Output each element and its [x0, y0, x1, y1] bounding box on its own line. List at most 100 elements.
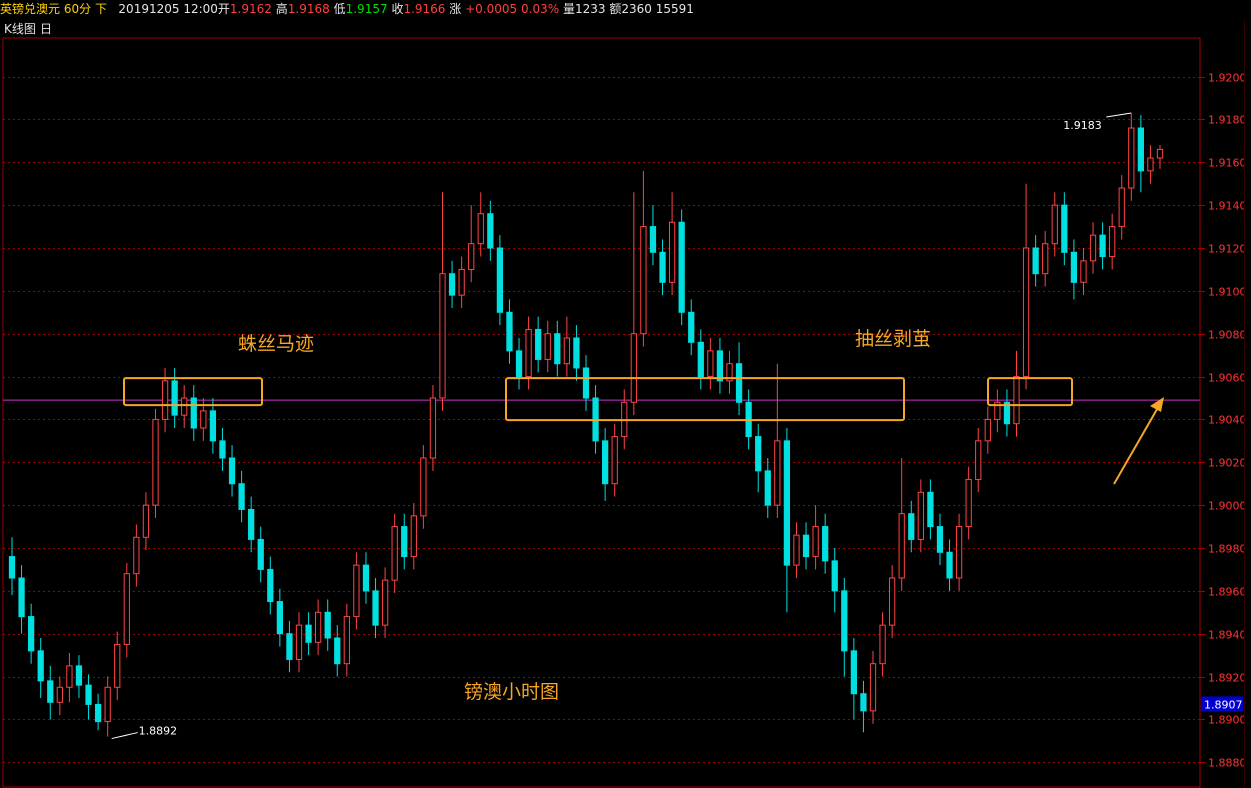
candle-body: [420, 457, 427, 517]
change-label: 涨: [449, 2, 462, 16]
candle: [267, 556, 274, 615]
candle-body: [755, 436, 762, 472]
candle-body: [611, 436, 618, 485]
candle-body: [123, 573, 130, 645]
candle-body: [1061, 204, 1068, 253]
highlight-box-3: [987, 377, 1073, 407]
candle: [764, 458, 771, 518]
candle: [611, 423, 618, 497]
candle-body: [1032, 247, 1039, 275]
candle-body: [1109, 226, 1116, 258]
candle: [276, 588, 283, 647]
candle: [1128, 113, 1135, 201]
open-label: 开: [217, 2, 230, 16]
candle: [515, 338, 523, 390]
candle: [975, 428, 982, 493]
candle: [448, 260, 456, 308]
candle: [429, 385, 437, 471]
candle: [324, 599, 331, 651]
candle-body: [1128, 127, 1135, 189]
candle-body: [1080, 260, 1087, 283]
candle-body: [850, 650, 857, 695]
candle: [85, 674, 92, 720]
candle-body: [1013, 376, 1020, 425]
candle: [984, 406, 991, 454]
candle-body: [487, 213, 494, 249]
candle: [487, 200, 494, 261]
candle: [391, 513, 398, 593]
annotation-unravel: 抽丝剥茧: [855, 328, 931, 350]
candle: [850, 638, 857, 720]
candle: [257, 526, 264, 583]
candle-body: [1118, 187, 1125, 228]
high-label: 高: [275, 2, 288, 16]
candle: [1080, 248, 1087, 296]
candle-body: [47, 680, 54, 703]
candle-body: [295, 624, 303, 660]
candle: [401, 513, 408, 570]
candle-body: [209, 410, 217, 442]
candle: [1118, 175, 1125, 240]
candle: [716, 338, 724, 394]
axis-tick-label: 1.9060: [1208, 372, 1247, 385]
candle-body: [955, 526, 963, 579]
volume-label: 量: [562, 2, 575, 16]
candle: [18, 565, 25, 634]
candle: [554, 320, 561, 377]
tab-toggle[interactable]: 日: [40, 20, 52, 38]
candle-body: [515, 350, 523, 378]
candle-body: [1099, 234, 1106, 258]
high-marker-label: 1.9183: [1063, 119, 1102, 132]
candle-body: [439, 273, 446, 399]
candle-body: [181, 397, 188, 416]
candle-body: [458, 268, 465, 296]
axis-tick-label: 1.8940: [1208, 629, 1247, 642]
candle-body: [688, 311, 695, 343]
candle-body: [879, 624, 886, 665]
candle-body: [889, 577, 896, 626]
candle-body: [152, 418, 159, 506]
candle-body: [496, 247, 504, 313]
candle-body: [286, 633, 293, 660]
candle: [726, 350, 733, 394]
side-panel-edge[interactable]: [1244, 20, 1251, 788]
candle-body: [544, 333, 551, 360]
candle-body: [334, 637, 341, 665]
candle: [1147, 145, 1154, 184]
candle: [420, 445, 427, 529]
candle-body: [343, 616, 350, 665]
candle-body: [668, 221, 676, 283]
candle: [1061, 192, 1068, 266]
axis-tick-label: 1.9000: [1208, 500, 1247, 513]
candle-body: [822, 526, 829, 562]
tab-kline[interactable]: K线图: [4, 20, 36, 38]
candle-body: [1156, 148, 1164, 159]
candle: [688, 299, 695, 356]
candle: [783, 428, 791, 613]
candle: [955, 513, 963, 591]
candle: [114, 631, 121, 701]
chart-tabbar: K线图 日: [0, 20, 1251, 38]
candle-body: [238, 483, 245, 510]
candlestick-chart[interactable]: 1.9200 1.9180 1.9160 1.9140 1.9120 1.9100 1.90…: [0, 0, 1251, 788]
candle-body: [563, 337, 570, 365]
candle: [286, 620, 293, 673]
annotation-spider-trace: 蛛丝马迹: [238, 333, 314, 355]
symbol-name[interactable]: 英镑兑澳元: [0, 2, 60, 16]
change-pct: 0.03%: [521, 2, 560, 16]
candle-body: [554, 333, 561, 365]
candle: [1137, 115, 1144, 193]
chart-title-text: 镑澳小时图: [464, 681, 559, 703]
candle-body: [200, 410, 207, 429]
candle-body: [257, 538, 264, 570]
candle-body: [401, 526, 408, 558]
candle-body: [190, 397, 197, 429]
period-label[interactable]: 60分: [64, 2, 91, 16]
nav-down[interactable]: 下: [95, 2, 107, 16]
candle-body: [659, 251, 666, 283]
candle: [362, 552, 370, 604]
candle-body: [8, 556, 16, 579]
candle: [841, 578, 848, 677]
candle-body: [917, 491, 924, 540]
candle-body: [707, 350, 714, 378]
